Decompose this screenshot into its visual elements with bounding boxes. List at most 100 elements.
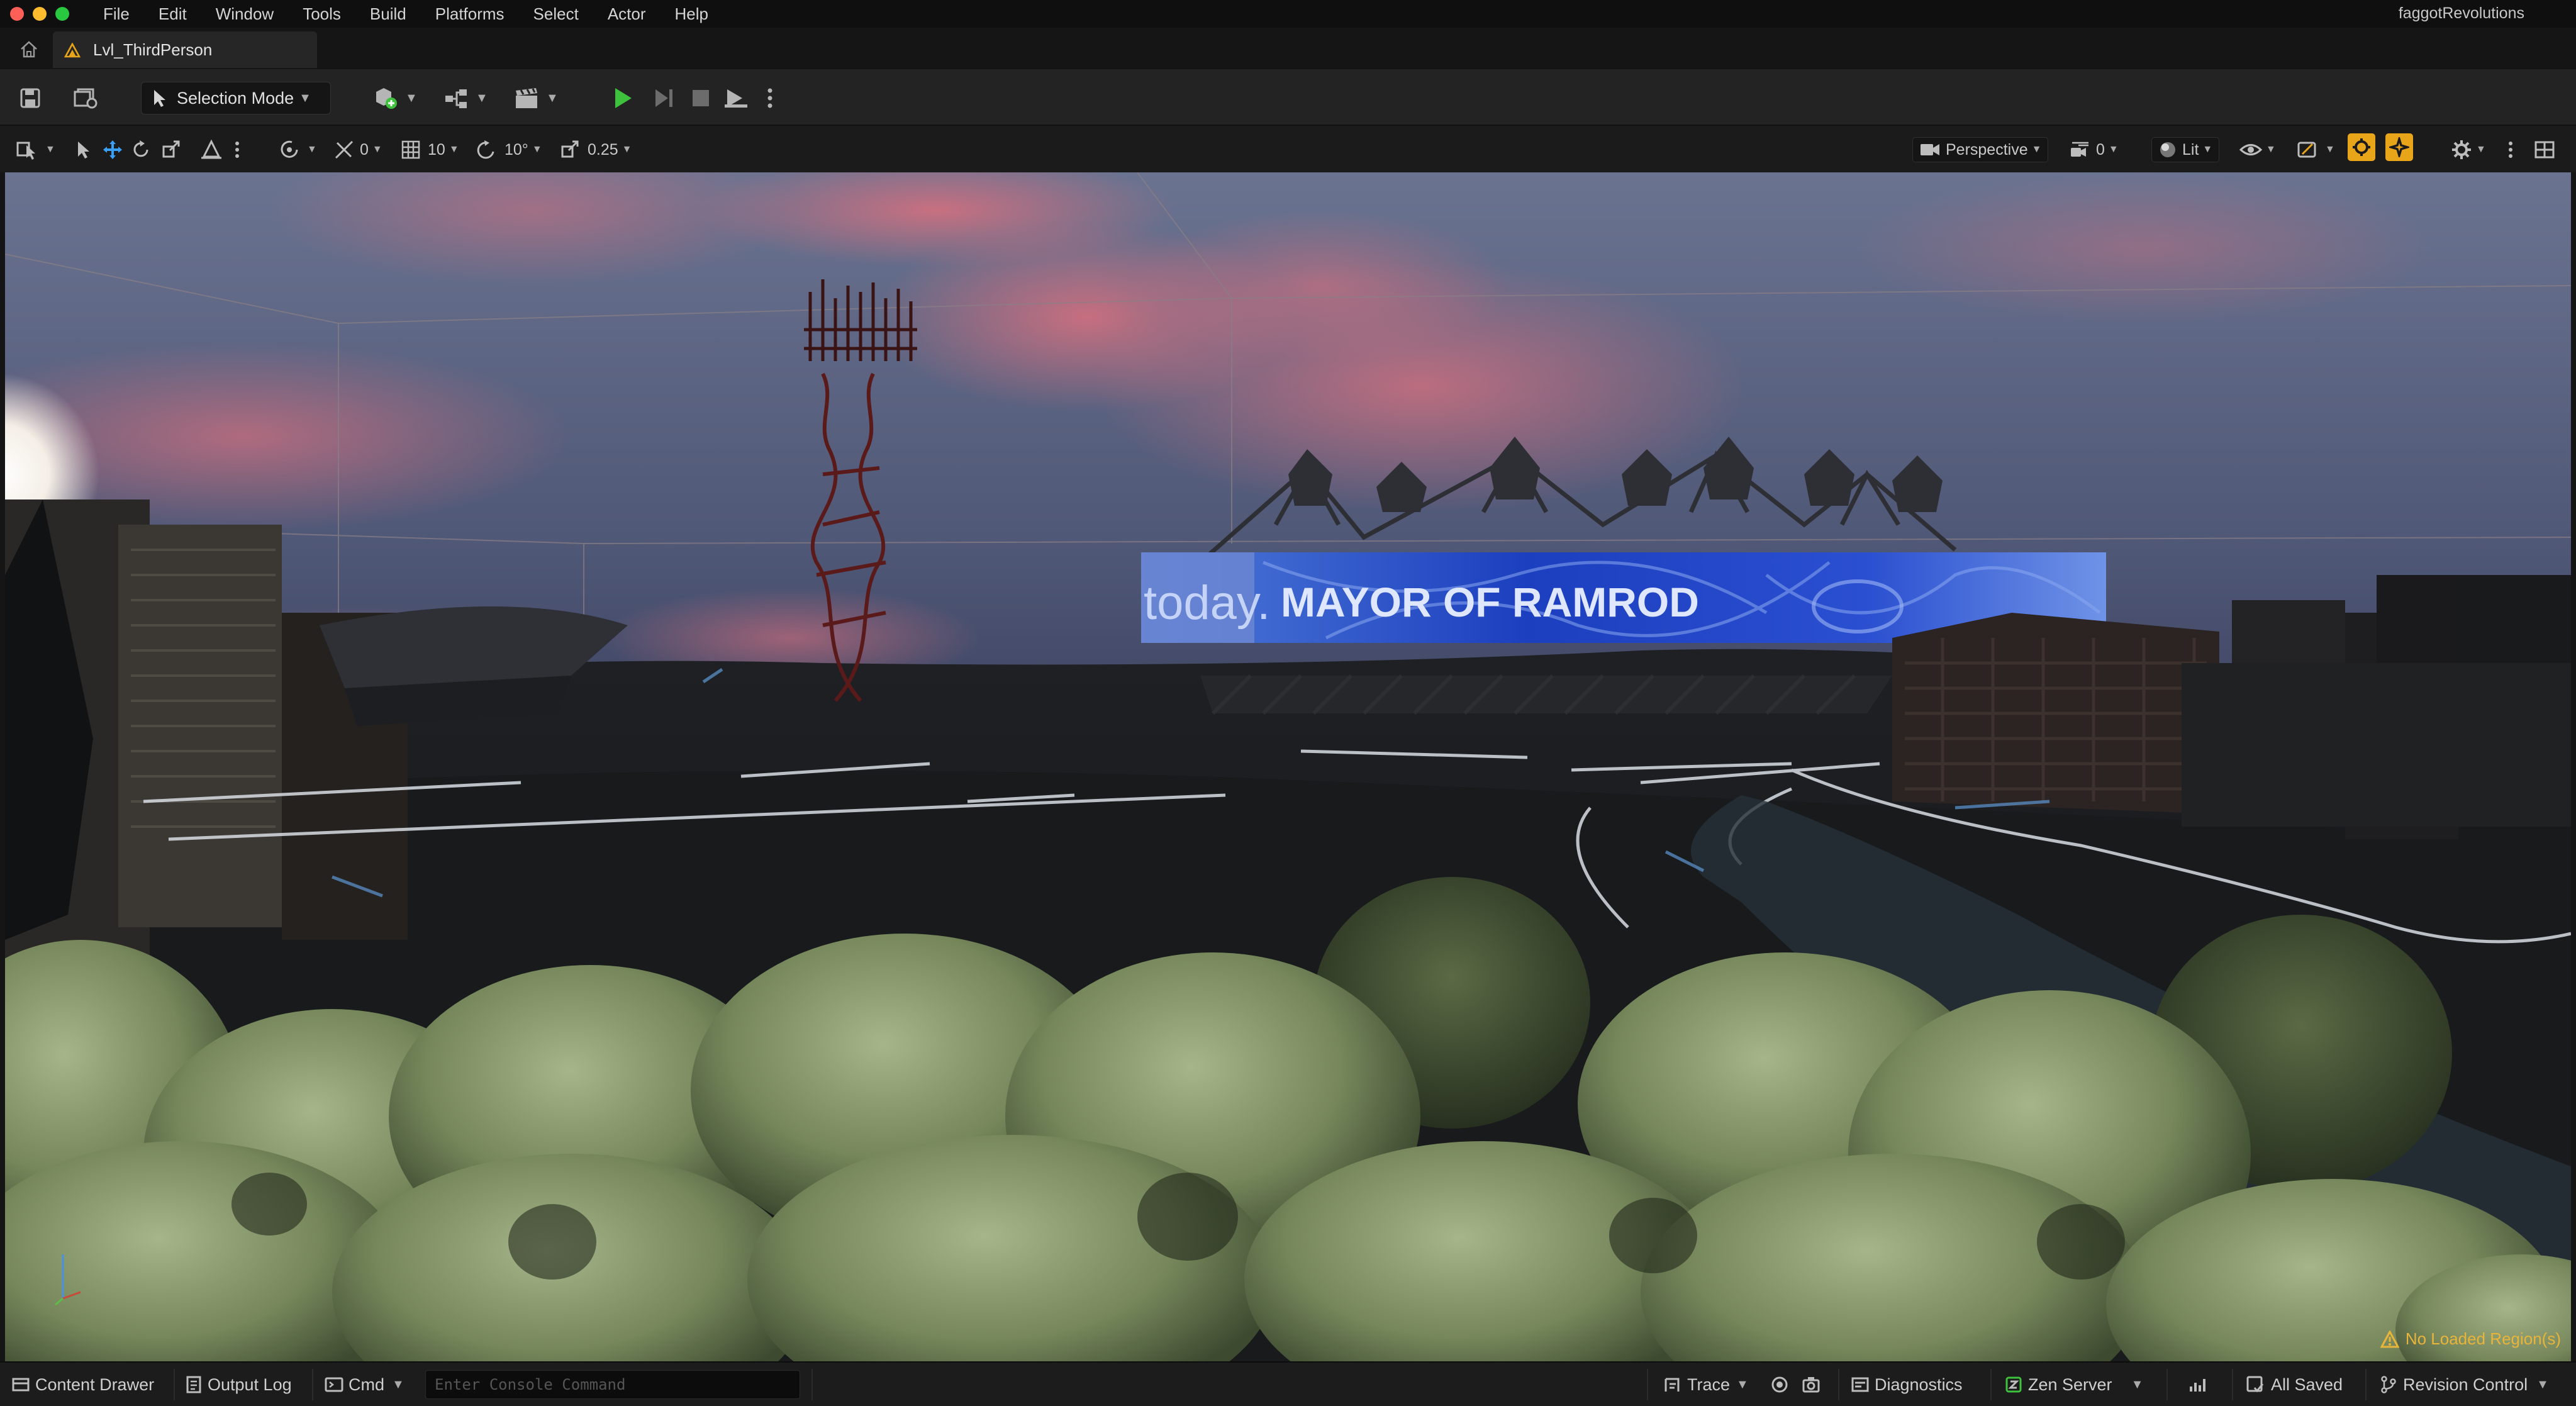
viewport-settings-button[interactable]: ▼ xyxy=(2451,137,2486,162)
menu-file[interactable]: File xyxy=(91,4,146,24)
performance-button[interactable] xyxy=(2188,1371,2207,1398)
snap-count-button[interactable]: 0 ▼ xyxy=(333,137,382,162)
world-coordinates-icon xyxy=(281,140,298,158)
zen-server-dropdown[interactable]: Zen Server ▼ xyxy=(2004,1371,2143,1398)
menu-actor[interactable]: Actor xyxy=(595,4,662,24)
rotation-snap-value: 10° xyxy=(505,140,528,159)
transform-tools-icon xyxy=(16,142,35,160)
zen-server-icon xyxy=(2005,1376,2022,1393)
tab-level-label: Lvl_ThirdPerson xyxy=(93,40,213,59)
rotate-icon xyxy=(133,140,148,157)
minimize-window-button[interactable] xyxy=(33,7,47,21)
eject-button[interactable] xyxy=(723,86,749,111)
camera-icon xyxy=(1802,1377,1820,1393)
trace-icon xyxy=(1664,1378,1680,1392)
content-drawer-button[interactable]: Content Drawer xyxy=(11,1371,154,1398)
selection-mode-dropdown[interactable]: Selection Mode ▼ xyxy=(141,82,331,114)
surface-snapping-button[interactable] xyxy=(200,137,223,162)
clapperboard-icon xyxy=(516,88,537,108)
branch-icon xyxy=(2381,1376,2396,1393)
camera-speed-button[interactable]: 0 ▼ xyxy=(2070,137,2119,162)
translate-tool-button[interactable] xyxy=(102,137,123,162)
home-icon[interactable] xyxy=(19,40,39,58)
main-toolbar: Selection Mode ▼ ▼ ▼ ▼ xyxy=(0,69,2576,126)
blueprints-button[interactable]: ▼ xyxy=(443,86,488,111)
console-command-input[interactable] xyxy=(425,1370,800,1399)
grid-snap-button[interactable]: 10 ▼ xyxy=(400,137,459,162)
document-tab-bar: Lvl_ThirdPerson xyxy=(0,28,2576,69)
tab-level[interactable]: Lvl_ThirdPerson xyxy=(53,31,317,68)
perspective-dropdown[interactable]: Perspective ▼ xyxy=(1912,137,2049,162)
cmd-dropdown[interactable]: Cmd ▼ xyxy=(325,1371,404,1398)
browse-button[interactable] xyxy=(73,86,99,111)
menu-build[interactable]: Build xyxy=(357,4,423,24)
add-actor-button[interactable]: ▼ xyxy=(372,86,418,111)
record-trace-button[interactable] xyxy=(1770,1371,1789,1398)
layout-button[interactable] xyxy=(2534,137,2555,162)
menu-platforms[interactable]: Platforms xyxy=(423,4,521,24)
surface-snap-icon xyxy=(201,139,221,159)
menu-bar: File Edit Window Tools Build Platforms S… xyxy=(0,0,2576,28)
window-controls xyxy=(10,7,69,21)
lighting-mode-dropdown[interactable]: Lit ▼ xyxy=(2151,137,2220,162)
revision-control-dropdown[interactable]: Revision Control ▼ xyxy=(2379,1371,2549,1398)
menu-tools[interactable]: Tools xyxy=(290,4,357,24)
zoom-window-button[interactable] xyxy=(55,7,69,21)
viewport-more-options[interactable] xyxy=(2507,137,2514,162)
divider xyxy=(1647,1369,1648,1400)
camera-speed-value: 0 xyxy=(2096,140,2105,159)
region-warning-text: No Loaded Region(s) xyxy=(2405,1329,2561,1348)
rotate-tool-button[interactable] xyxy=(131,137,151,162)
save-button[interactable] xyxy=(19,86,42,111)
menu-help[interactable]: Help xyxy=(662,4,725,24)
diagnostics-label: Diagnostics xyxy=(1875,1375,1963,1394)
select-arrow-icon xyxy=(78,142,89,159)
screenshot-button[interactable] xyxy=(1802,1371,1820,1398)
main-menu: File Edit Window Tools Build Platforms S… xyxy=(91,4,725,24)
all-saved-button[interactable]: All Saved xyxy=(2246,1371,2343,1398)
coordinate-system-button[interactable]: ▼ xyxy=(278,137,317,162)
divider xyxy=(811,1369,813,1400)
trace-dropdown[interactable]: Trace ▼ xyxy=(1663,1371,1749,1398)
grid-icon xyxy=(401,140,420,159)
all-saved-label: All Saved xyxy=(2271,1375,2343,1394)
advance-frame-button[interactable] xyxy=(652,86,677,111)
scene-render: today. MAYOR OF RAMROD xyxy=(5,172,2571,1361)
add-actor-icon xyxy=(376,88,397,109)
project-name: faggotRevolutions xyxy=(2398,4,2524,22)
game-view-button[interactable] xyxy=(2348,133,2375,161)
play-button[interactable] xyxy=(610,86,635,111)
immersive-button[interactable] xyxy=(2385,133,2413,161)
diagnostics-button[interactable]: Diagnostics xyxy=(1851,1371,1963,1398)
scale-snap-button[interactable]: 0.25 ▼ xyxy=(560,137,632,162)
viewport-toolbar: ▼ ▼ 0 ▼ 10 ▼ 10° ▼ 0.25 ▼ Perspective ▼ … xyxy=(0,126,2576,172)
grid-snap-value: 10 xyxy=(428,140,445,159)
play-options-button[interactable] xyxy=(766,86,774,111)
bar-graph-icon xyxy=(2190,1379,2205,1392)
viewport-options-button[interactable]: ▼ xyxy=(16,137,55,162)
close-window-button[interactable] xyxy=(10,7,24,21)
more-transform-options[interactable] xyxy=(234,137,240,162)
rotation-snap-button[interactable]: 10° ▼ xyxy=(477,137,542,162)
menu-select[interactable]: Select xyxy=(521,4,595,24)
menu-edit[interactable]: Edit xyxy=(146,4,203,24)
stop-button[interactable] xyxy=(688,86,713,111)
content-browser-icon xyxy=(74,88,98,109)
snap-slash-icon xyxy=(335,140,354,159)
chevron-down-icon: ▼ xyxy=(546,91,559,105)
diagnostics-icon xyxy=(1851,1377,1869,1392)
lit-sphere-icon xyxy=(2160,142,2175,157)
more-vertical-icon xyxy=(2509,142,2512,158)
show-flags-button[interactable]: ▼ xyxy=(2239,137,2276,162)
menu-window[interactable]: Window xyxy=(203,4,290,24)
scale-tool-button[interactable] xyxy=(161,137,181,162)
immersive-toggle[interactable] xyxy=(2385,133,2413,161)
realtime-settings-button[interactable]: ▼ xyxy=(2296,137,2335,162)
game-view-toggle[interactable] xyxy=(2348,133,2375,161)
level-viewport[interactable]: today. MAYOR OF RAMROD No Loaded Region(… xyxy=(5,172,2571,1361)
cinematics-button[interactable]: ▼ xyxy=(513,86,559,111)
output-log-button[interactable]: Output Log xyxy=(185,1371,292,1398)
zen-server-label: Zen Server xyxy=(2028,1375,2112,1394)
select-tool-button[interactable] xyxy=(74,137,92,162)
terminal-icon xyxy=(325,1377,343,1392)
